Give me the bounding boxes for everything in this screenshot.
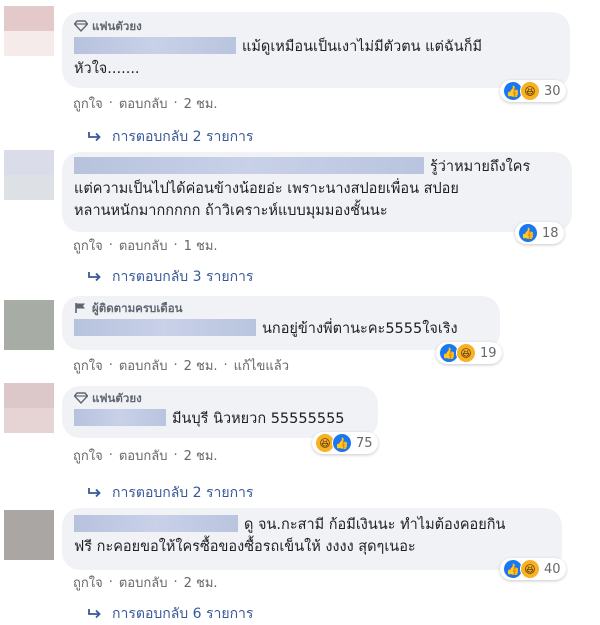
reply-link[interactable]: ตอบกลับ bbox=[119, 93, 168, 114]
comment-bubble: ผู้ติดตามครบเดือน นกอยู่ข้างพี่ตานะคะ555… bbox=[62, 296, 500, 350]
comment-text: แต่ความเป็นไปได้ค่อนข้างน้อยอ่ะ เพราะนาง… bbox=[74, 181, 459, 197]
comment-bubble: รู้ว่าหมายถึงใคร แต่ความเป็นไปได้ค่อนข้า… bbox=[62, 152, 572, 232]
avatar[interactable] bbox=[4, 6, 54, 56]
haha-reaction-icon: 😆 bbox=[520, 559, 540, 579]
diamond-icon bbox=[74, 20, 88, 32]
badge-label: ผู้ติดตามครบเดือน bbox=[92, 301, 183, 315]
reaction-summary[interactable]: 👍 18 bbox=[515, 222, 564, 244]
like-reaction-icon: 👍 bbox=[332, 433, 352, 453]
like-link[interactable]: ถูกใจ bbox=[73, 235, 103, 256]
timestamp[interactable]: 2 ชม. bbox=[184, 93, 218, 114]
redacted-name bbox=[74, 157, 424, 174]
comment-text: หลานหนักมากกกกก ถ้าวิเคราะห์แบบมุมมองชั้… bbox=[74, 203, 388, 219]
like-link[interactable]: ถูกใจ bbox=[73, 355, 103, 376]
reply-link[interactable]: ตอบกลับ bbox=[119, 355, 168, 376]
comment-text: มีนบุรี นิวหยวก 55555555 bbox=[172, 411, 345, 427]
reaction-summary[interactable]: 👍 😆 19 bbox=[436, 342, 502, 364]
reaction-summary[interactable]: 😆 👍 75 bbox=[312, 432, 378, 454]
view-replies-link[interactable]: การตอบกลับ 3 รายการ bbox=[88, 266, 253, 288]
view-replies-link[interactable]: การตอบกลับ 6 รายการ bbox=[88, 603, 253, 625]
reply-link[interactable]: ตอบกลับ bbox=[119, 572, 168, 593]
edited-label[interactable]: แก้ไขแล้ว bbox=[234, 355, 289, 376]
replies-label: การตอบกลับ 2 รายการ bbox=[112, 485, 254, 501]
timestamp[interactable]: 1 ชม. bbox=[184, 235, 218, 256]
reaction-count: 19 bbox=[480, 345, 497, 361]
timestamp[interactable]: 2 ชม. bbox=[184, 445, 218, 466]
redacted-name bbox=[74, 409, 166, 426]
avatar[interactable] bbox=[4, 150, 54, 200]
comment-actions: ถูกใจ · ตอบกลับ · 2 ชม. · แก้ไขแล้ว bbox=[73, 355, 289, 376]
comment-actions: ถูกใจ · ตอบกลับ · 2 ชม. bbox=[73, 93, 218, 114]
view-replies-link[interactable]: การตอบกลับ 2 รายการ bbox=[88, 482, 253, 504]
reaction-count: 75 bbox=[356, 435, 373, 451]
comment-text: รู้ว่าหมายถึงใคร bbox=[430, 159, 531, 175]
comment-text: นกอยู่ข้างพี่ตานะคะ5555ใจเริง bbox=[262, 321, 458, 337]
reaction-summary[interactable]: 👍 😆 40 bbox=[500, 558, 566, 580]
fan-badge: แฟนตัวยง bbox=[74, 18, 558, 34]
like-link[interactable]: ถูกใจ bbox=[73, 445, 103, 466]
comment-bubble: แฟนตัวยง แม้ดูเหมือนเป็นเงาไม่มีตัวตน แต… bbox=[62, 12, 570, 88]
reply-arrow-icon bbox=[88, 132, 101, 142]
avatar[interactable] bbox=[4, 383, 54, 433]
badge-label: แฟนตัวยง bbox=[92, 19, 142, 33]
reply-link[interactable]: ตอบกลับ bbox=[119, 235, 168, 256]
avatar[interactable] bbox=[4, 300, 54, 350]
haha-reaction-icon: 😆 bbox=[456, 343, 476, 363]
follower-badge: ผู้ติดตามครบเดือน bbox=[74, 300, 488, 316]
replies-label: การตอบกลับ 6 รายการ bbox=[112, 606, 254, 622]
reply-arrow-icon bbox=[88, 488, 101, 498]
comment-text: แม้ดูเหมือนเป็นเงาไม่มีตัวตน แต่ฉันก็มี bbox=[242, 39, 483, 55]
replies-label: การตอบกลับ 2 รายการ bbox=[112, 129, 254, 145]
reaction-count: 18 bbox=[542, 225, 559, 241]
redacted-name bbox=[74, 515, 238, 532]
reply-link[interactable]: ตอบกลับ bbox=[119, 445, 168, 466]
reply-arrow-icon bbox=[88, 272, 101, 282]
like-reaction-icon: 👍 bbox=[518, 223, 538, 243]
badge-label: แฟนตัวยง bbox=[92, 391, 142, 405]
comment-text: ดู จน.กะสามี ก้อมีเงินนะ ทำไมต้องคอยกิน bbox=[244, 517, 506, 533]
comment-text: หัวใจ....... bbox=[74, 61, 140, 77]
diamond-icon bbox=[74, 392, 88, 404]
avatar[interactable] bbox=[4, 510, 54, 560]
redacted-name bbox=[74, 37, 236, 54]
redacted-name bbox=[74, 319, 256, 336]
reaction-summary[interactable]: 👍 😆 30 bbox=[500, 80, 566, 102]
timestamp[interactable]: 2 ชม. bbox=[184, 355, 218, 376]
flag-icon bbox=[75, 303, 85, 313]
comment-actions: ถูกใจ · ตอบกลับ · 2 ชม. bbox=[73, 445, 218, 466]
comment-bubble: แฟนตัวยง มีนบุรี นิวหยวก 55555555 bbox=[62, 386, 378, 438]
reaction-count: 40 bbox=[544, 561, 561, 577]
replies-label: การตอบกลับ 3 รายการ bbox=[112, 269, 254, 285]
fan-badge: แฟนตัวยง bbox=[74, 390, 366, 406]
comment-bubble: ดู จน.กะสามี ก้อมีเงินนะ ทำไมต้องคอยกิน … bbox=[62, 508, 562, 570]
comment-actions: ถูกใจ · ตอบกลับ · 2 ชม. bbox=[73, 572, 218, 593]
view-replies-link[interactable]: การตอบกลับ 2 รายการ bbox=[88, 126, 253, 148]
like-link[interactable]: ถูกใจ bbox=[73, 93, 103, 114]
timestamp[interactable]: 2 ชม. bbox=[184, 572, 218, 593]
comment-actions: ถูกใจ · ตอบกลับ · 1 ชม. bbox=[73, 235, 218, 256]
reaction-count: 30 bbox=[544, 83, 561, 99]
haha-reaction-icon: 😆 bbox=[520, 81, 540, 101]
reply-arrow-icon bbox=[88, 609, 101, 619]
comment-text: ฟรี กะคอยขอให้ใครซื้อของซื้อรถเข็นให้ งง… bbox=[74, 539, 416, 555]
like-link[interactable]: ถูกใจ bbox=[73, 572, 103, 593]
